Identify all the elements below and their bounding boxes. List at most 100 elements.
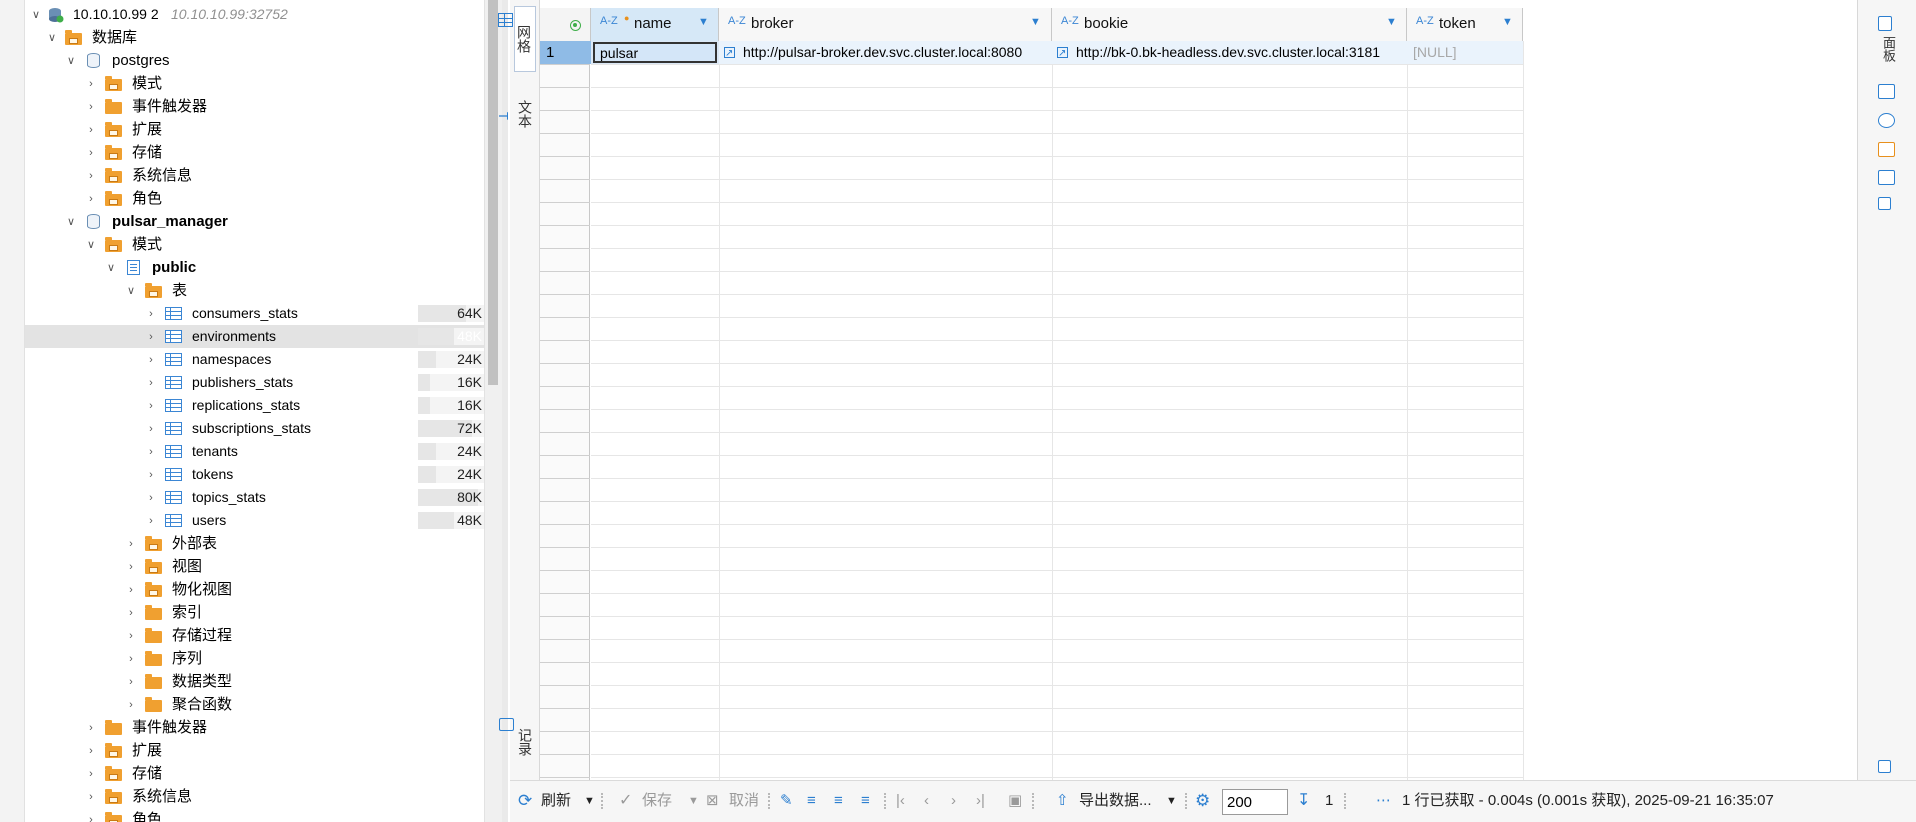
table-cell[interactable]: http://pulsar-broker.dev.svc.cluster.loc…	[719, 41, 1052, 64]
panels-tab-label[interactable]: 面板	[1876, 36, 1898, 62]
tab-record[interactable]: 记录	[499, 712, 536, 772]
chevron-right-icon[interactable]: ›	[124, 532, 138, 555]
chevron-down-icon[interactable]: ∨	[104, 256, 118, 279]
filter-dropdown-icon[interactable]: ▼	[1030, 16, 1041, 28]
chevron-down-icon[interactable]: ∨	[45, 26, 59, 49]
add-row-icon[interactable]: ≡	[807, 781, 816, 821]
previous-page-icon[interactable]: ‹	[924, 781, 929, 821]
refresh-icon[interactable]: ⟳	[518, 781, 532, 821]
table-cell[interactable]: pulsar	[591, 41, 719, 64]
chevron-right-icon[interactable]: ›	[144, 486, 158, 509]
save-icon[interactable]: ✓	[619, 781, 632, 821]
cancel-button[interactable]: 取消	[729, 781, 759, 821]
row-count-icon[interactable]: ↧	[1297, 781, 1310, 821]
chevron-right-icon[interactable]: ›	[144, 348, 158, 371]
tree-node-system-info[interactable]: › 系统信息	[25, 164, 484, 187]
row-number[interactable]: 1	[540, 41, 591, 64]
gear-icon[interactable]: ⚙	[1195, 781, 1210, 821]
chevron-right-icon[interactable]: ›	[84, 118, 98, 141]
table-cell[interactable]: http://bk-0.bk-headless.dev.svc.cluster.…	[1052, 41, 1407, 64]
chevron-right-icon[interactable]: ›	[124, 647, 138, 670]
filter-dropdown-icon[interactable]: ▼	[1386, 16, 1397, 28]
tree-node-roles[interactable]: › 角色	[25, 808, 484, 822]
calc-panel-icon[interactable]	[1878, 142, 1895, 157]
chevron-right-icon[interactable]: ›	[84, 716, 98, 739]
tree-node-table[interactable]: › publishers_stats 16K	[25, 371, 484, 394]
grouping-panel-icon[interactable]	[1878, 113, 1895, 128]
filter-dropdown-icon[interactable]: ▼	[698, 16, 709, 28]
tree-node-table[interactable]: › topics_stats 80K	[25, 486, 484, 509]
tree-node-table[interactable]: › tokens 24K	[25, 463, 484, 486]
delete-row-icon[interactable]: ≡	[861, 781, 870, 821]
tree-node-table[interactable]: › subscriptions_stats 72K	[25, 417, 484, 440]
chevron-right-icon[interactable]: ›	[144, 302, 158, 325]
chevron-down-icon[interactable]: ∨	[64, 210, 78, 233]
tree-node-db-pulsar-manager[interactable]: ∨ pulsar_manager	[25, 210, 484, 233]
cell-value-name[interactable]: pulsar	[593, 42, 717, 63]
chevron-right-icon[interactable]: ›	[84, 141, 98, 164]
chevron-right-icon[interactable]: ›	[144, 463, 158, 486]
tree-node-procedures[interactable]: › 存储过程	[25, 624, 484, 647]
column-header-token[interactable]: A-Z token ▼	[1407, 8, 1523, 41]
chevron-down-icon[interactable]: ∨	[124, 279, 138, 302]
chevron-right-icon[interactable]: ›	[144, 371, 158, 394]
next-page-icon[interactable]: ›	[951, 781, 956, 821]
tree-node-db-postgres[interactable]: ∨ postgres	[25, 49, 484, 72]
panels-toggle-icon[interactable]	[1878, 16, 1892, 31]
chevron-right-icon[interactable]: ›	[144, 417, 158, 440]
tree-node-table[interactable]: › tenants 24K	[25, 440, 484, 463]
chevron-down-icon[interactable]: ∨	[64, 49, 78, 72]
tree-node-views[interactable]: › 视图	[25, 555, 484, 578]
tab-text[interactable]: 文本 T	[496, 86, 536, 142]
tree-node-table[interactable]: › consumers_stats 64K	[25, 302, 484, 325]
save-dropdown-icon[interactable]: ▼	[688, 781, 699, 821]
tree-node-table[interactable]: › replications_stats 16K	[25, 394, 484, 417]
edit-cell-icon[interactable]: ✎	[780, 781, 793, 821]
chevron-right-icon[interactable]: ›	[124, 555, 138, 578]
export-icon[interactable]: ⇧	[1056, 781, 1069, 821]
chevron-right-icon[interactable]: ›	[84, 72, 98, 95]
tree-node-data-types[interactable]: › 数据类型	[25, 670, 484, 693]
tree-scrollbar-thumb[interactable]	[488, 0, 498, 385]
metadata-panel-icon[interactable]	[1878, 170, 1895, 185]
chevron-right-icon[interactable]: ›	[144, 325, 158, 348]
export-dropdown-icon[interactable]: ▼	[1166, 781, 1177, 821]
chevron-right-icon[interactable]: ›	[124, 578, 138, 601]
chevron-down-icon[interactable]: ∨	[29, 3, 43, 26]
chevron-right-icon[interactable]: ›	[84, 762, 98, 785]
cancel-icon[interactable]: ⊠	[706, 781, 719, 821]
chevron-right-icon[interactable]: ›	[144, 509, 158, 532]
chevron-right-icon[interactable]: ›	[84, 95, 98, 118]
tree-node-table-selected[interactable]: › environments 48K	[25, 325, 484, 348]
tree-node-schemas[interactable]: ∨ 模式	[25, 233, 484, 256]
select-all-corner[interactable]	[540, 8, 591, 41]
chevron-right-icon[interactable]: ›	[84, 739, 98, 762]
chevron-right-icon[interactable]: ›	[124, 624, 138, 647]
tree-node-foreign-tables[interactable]: › 外部表	[25, 532, 484, 555]
refresh-dropdown-icon[interactable]: ▼	[584, 781, 595, 821]
panel-settings-icon[interactable]	[1878, 760, 1891, 773]
tree-node-databases[interactable]: ∨ 数据库	[25, 26, 484, 49]
tree-node-storage[interactable]: › 存储	[25, 141, 484, 164]
open-link-icon[interactable]	[1057, 42, 1068, 64]
tree-node-storage[interactable]: › 存储	[25, 762, 484, 785]
last-page-icon[interactable]: ›|	[976, 781, 985, 821]
chevron-right-icon[interactable]: ›	[84, 785, 98, 808]
tree-node-aggregates[interactable]: › 聚合函数	[25, 693, 484, 716]
chart-panel-icon[interactable]	[1878, 84, 1895, 99]
chevron-right-icon[interactable]: ›	[144, 394, 158, 417]
references-panel-icon[interactable]	[1878, 197, 1891, 210]
tree-node-extensions[interactable]: › 扩展	[25, 739, 484, 762]
fetch-all-icon[interactable]: ▣	[1008, 781, 1022, 821]
more-options-icon[interactable]: ⋯	[1376, 781, 1391, 821]
chevron-right-icon[interactable]: ›	[124, 601, 138, 624]
column-header-broker[interactable]: A-Z broker ▼	[719, 8, 1052, 41]
table-cell[interactable]: [NULL]	[1407, 41, 1523, 64]
tree-node-event-triggers[interactable]: › 事件触发器	[25, 716, 484, 739]
export-data-button[interactable]: 导出数据...	[1079, 781, 1152, 821]
save-button[interactable]: 保存	[642, 781, 672, 821]
tree-node-materialized-views[interactable]: › 物化视图	[25, 578, 484, 601]
chevron-right-icon[interactable]: ›	[144, 440, 158, 463]
tree-node-roles[interactable]: › 角色	[25, 187, 484, 210]
refresh-button[interactable]: 刷新	[541, 781, 571, 821]
